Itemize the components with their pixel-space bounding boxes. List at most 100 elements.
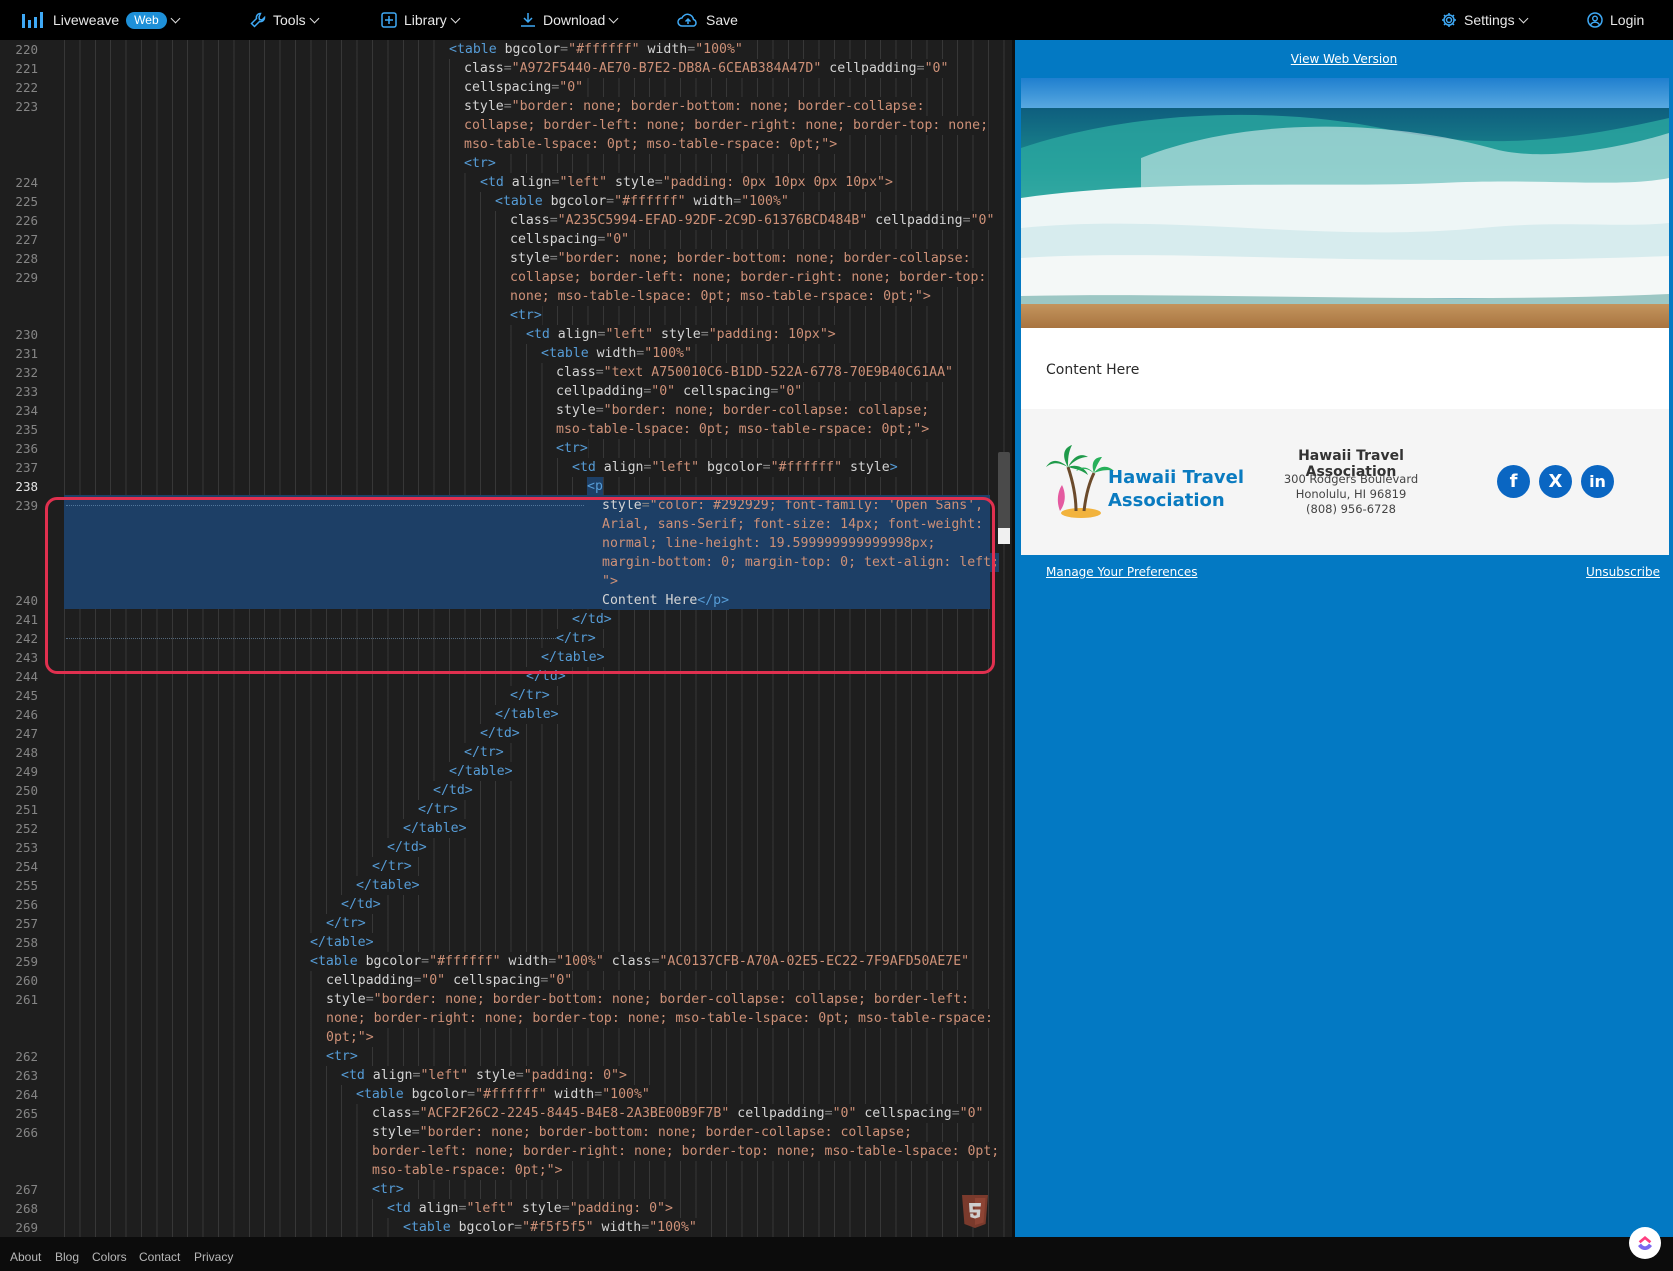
code-line[interactable]: </td>	[341, 895, 381, 914]
scrollbar-thumb[interactable]	[998, 528, 1010, 544]
code-line[interactable]: class="A972F5440-AE70-B7E2-DB8A-6CEAB384…	[464, 59, 949, 78]
code-line[interactable]: <td align="left" style="padding: 0">	[387, 1199, 673, 1218]
line-number: 258	[15, 935, 38, 950]
chevron-down-icon	[170, 13, 181, 23]
code-line[interactable]: </tr>	[556, 629, 596, 648]
code-line[interactable]: </tr>	[510, 686, 550, 705]
facebook-icon[interactable]: f	[1497, 465, 1530, 498]
code-line[interactable]: mso-table-lspace: 0pt; mso-table-rspace:…	[556, 420, 930, 439]
line-number: 238	[15, 479, 38, 494]
code-line[interactable]: </tr>	[464, 743, 504, 762]
save-button[interactable]: Save	[677, 0, 738, 40]
code-line[interactable]: </table>	[310, 933, 374, 952]
code-line[interactable]: </table>	[541, 648, 605, 667]
code-line[interactable]: </td>	[526, 667, 566, 686]
unsubscribe-link[interactable]: Unsubscribe	[1586, 565, 1660, 579]
line-number: 269	[15, 1220, 38, 1235]
line-number: 224	[15, 175, 38, 190]
code-line[interactable]: class="ACF2F26C2-2245-8445-B4E8-2A3BE00B…	[372, 1104, 984, 1123]
code-line[interactable]: </td>	[387, 838, 427, 857]
code-line[interactable]: style="border: none; border-bottom: none…	[372, 1123, 912, 1142]
code-line[interactable]: 0pt;">	[326, 1028, 374, 1047]
download-icon	[520, 12, 536, 28]
about-link[interactable]: About	[10, 1250, 41, 1264]
code-line[interactable]: style="border: none; border-bottom: none…	[510, 249, 971, 268]
code-line[interactable]: <table bgcolor="#f5f5f5" width="100%"	[403, 1218, 697, 1237]
view-web-version-link[interactable]: View Web Version	[1015, 52, 1673, 66]
blog-link[interactable]: Blog	[55, 1250, 79, 1264]
code-line[interactable]: <td align="left" bgcolor="#ffffff" style…	[572, 458, 898, 477]
x-twitter-icon[interactable]: X	[1539, 465, 1572, 498]
code-line[interactable]: </tr>	[326, 914, 366, 933]
line-number: 233	[15, 384, 38, 399]
code-line[interactable]: border-left: none; border-right: none; b…	[372, 1142, 1000, 1161]
code-line[interactable]: <table bgcolor="#ffffff" width="100%"	[356, 1085, 650, 1104]
library-label: Library	[404, 12, 447, 28]
code-line[interactable]: <tr>	[464, 154, 496, 173]
code-line[interactable]: cellpadding="0" cellspacing="0"	[556, 382, 803, 401]
code-line[interactable]: <td align="left" style="padding: 0">	[341, 1066, 627, 1085]
code-line[interactable]: style="color: #292929; font-family: 'Ope…	[602, 496, 984, 515]
footer-bar: About Blog Colors Contact Privacy	[0, 1237, 1673, 1271]
login-button[interactable]: Login	[1587, 0, 1644, 40]
code-line[interactable]: </table>	[449, 762, 513, 781]
code-line[interactable]: cellspacing="0"	[510, 230, 630, 249]
code-line[interactable]: class="A235C5994-EFAD-92DF-2C9D-61376BCD…	[510, 211, 995, 230]
settings-menu[interactable]: Settings	[1441, 0, 1529, 40]
contact-link[interactable]: Contact	[139, 1250, 180, 1264]
line-number: 232	[15, 365, 38, 380]
download-menu[interactable]: Download	[520, 0, 619, 40]
code-line[interactable]: </table>	[403, 819, 467, 838]
code-line[interactable]: margin-bottom: 0; margin-top: 0; text-al…	[602, 553, 999, 572]
code-line[interactable]: none; border-right: none; border-top: no…	[326, 1009, 993, 1028]
line-number: 251	[15, 802, 38, 817]
brand-menu[interactable]: Liveweave Web	[22, 0, 181, 40]
line-number: 247	[15, 726, 38, 741]
code-line[interactable]: mso-table-rspace: 0pt;">	[372, 1161, 563, 1180]
code-line[interactable]: <td align="left" style="padding: 10px">	[526, 325, 836, 344]
code-line[interactable]: style="border: none; border-bottom: none…	[464, 97, 925, 116]
code-line[interactable]: <td align="left" style="padding: 0px 10p…	[480, 173, 893, 192]
code-line[interactable]: <table bgcolor="#ffffff" width="100%"	[495, 192, 789, 211]
code-line[interactable]: normal; line-height: 19.599999999999998p…	[602, 534, 936, 553]
chevron-down-icon	[450, 13, 461, 23]
colors-link[interactable]: Colors	[92, 1250, 127, 1264]
code-line[interactable]: <p	[587, 477, 603, 496]
code-line[interactable]: class="text A750010C6-B1DD-522A-6778-70E…	[556, 363, 953, 382]
code-line[interactable]: style="border: none; border-collapse: co…	[556, 401, 930, 420]
code-line[interactable]: </tr>	[418, 800, 458, 819]
code-line[interactable]: Content Here</p>	[602, 591, 730, 610]
privacy-link[interactable]: Privacy	[194, 1250, 233, 1264]
code-line[interactable]: collapse; border-left: none; border-righ…	[510, 268, 987, 287]
code-line[interactable]: cellspacing="0"	[464, 78, 584, 97]
tools-menu[interactable]: Tools	[250, 0, 320, 40]
code-line[interactable]: <table bgcolor="#ffffff" width="100%"	[449, 40, 743, 59]
code-line[interactable]: Arial, sans-Serif; font-size: 14px; font…	[602, 515, 984, 534]
code-line[interactable]: <tr>	[326, 1047, 358, 1066]
line-number: 230	[15, 327, 38, 342]
code-editor[interactable]: 220 221 222 223 224 225 226 227 228 229 230 231 232 2…	[0, 40, 1012, 1237]
code-line[interactable]: mso-table-lspace: 0pt; mso-table-rspace:…	[464, 135, 838, 154]
plus-square-icon	[381, 12, 397, 28]
code-line[interactable]: </table>	[356, 876, 420, 895]
code-line[interactable]: collapse; border-left: none; border-righ…	[464, 116, 989, 135]
code-line[interactable]: </table>	[495, 705, 559, 724]
linkedin-icon[interactable]: in	[1581, 465, 1614, 498]
code-line[interactable]: ">	[602, 572, 618, 591]
code-line[interactable]: <table bgcolor="#ffffff" width="100%" cl…	[310, 952, 970, 971]
manage-preferences-link[interactable]: Manage Your Preferences	[1046, 565, 1198, 579]
code-line[interactable]: </td>	[433, 781, 473, 800]
code-line[interactable]: </td>	[572, 610, 612, 629]
code-line[interactable]: <tr>	[372, 1180, 404, 1199]
code-line[interactable]: </td>	[480, 724, 520, 743]
line-number: 228	[15, 251, 38, 266]
code-line[interactable]: cellpadding="0" cellspacing="0"	[326, 971, 573, 990]
code-line[interactable]: none; mso-table-lspace: 0pt; mso-table-r…	[510, 287, 931, 306]
library-menu[interactable]: Library	[381, 0, 461, 40]
code-line[interactable]: <tr>	[510, 306, 542, 325]
code-line[interactable]: <table width="100%"	[541, 344, 692, 363]
code-line[interactable]: </tr>	[372, 857, 412, 876]
clickup-logo-icon[interactable]	[1629, 1227, 1661, 1259]
code-line[interactable]: <tr>	[556, 439, 588, 458]
code-line[interactable]: style="border: none; border-bottom: none…	[326, 990, 970, 1009]
